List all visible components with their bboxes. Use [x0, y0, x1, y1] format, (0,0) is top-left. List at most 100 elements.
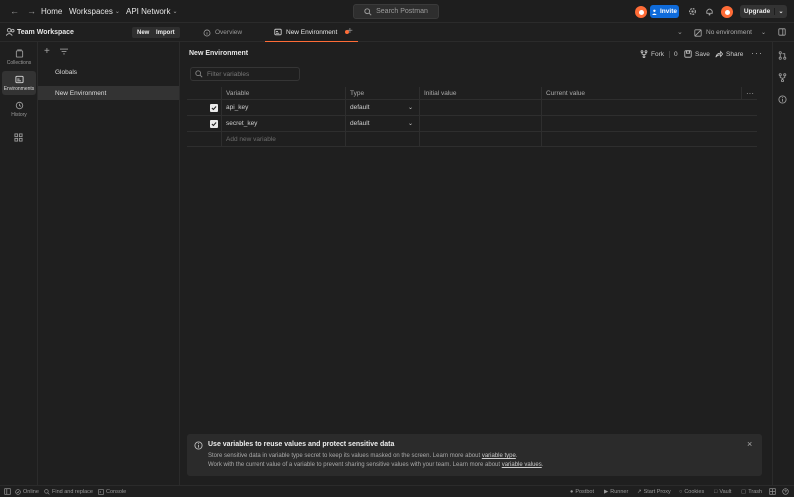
empty-initial-cell — [419, 132, 541, 146]
tab-overflow-chevron-icon[interactable]: ⌄ — [677, 28, 683, 36]
fork-icon[interactable] — [778, 73, 787, 82]
chevron-down-icon: ⌄ — [407, 121, 413, 127]
status-cookies[interactable]: ○ Cookies — [679, 486, 704, 497]
filter-variables-input[interactable]: Filter variables — [190, 67, 300, 81]
add-icon[interactable]: + — [44, 46, 50, 57]
notification-bell-icon[interactable] — [705, 7, 714, 16]
rail-item-collections[interactable]: Collections — [2, 45, 36, 69]
help-icon[interactable] — [782, 488, 789, 495]
checkmark-icon — [211, 105, 217, 110]
status-console[interactable]: Console — [98, 486, 126, 497]
top-bar: ← → Home Workspaces ⌄ API Network ⌄ Search… — [0, 0, 794, 23]
type-select[interactable]: default ⌄ — [345, 116, 419, 131]
column-header-current-value: Current value — [541, 87, 741, 99]
column-header-variable: Variable — [221, 87, 345, 99]
runner-icon: ▶ — [604, 488, 609, 495]
more-options-icon[interactable]: ··· — [751, 48, 763, 58]
toggle-sidebar-icon[interactable] — [4, 488, 11, 495]
left-rail: Collections Environments History — [0, 42, 38, 485]
chevron-down-icon[interactable]: ⌄ — [775, 8, 787, 15]
current-value-cell[interactable] — [541, 100, 741, 115]
configure-workbench-icon[interactable] — [14, 133, 23, 142]
status-find-replace[interactable]: Find and replace — [44, 486, 93, 497]
back-arrow-icon[interactable]: ← — [10, 6, 19, 16]
status-online[interactable]: Online — [15, 486, 39, 497]
status-runner[interactable]: ▶ Runner — [604, 486, 628, 497]
chevron-down-icon: ⌄ — [407, 105, 413, 111]
avatar[interactable] — [721, 6, 733, 18]
environment-quick-look-icon[interactable] — [778, 28, 786, 36]
rail-label-environments: Environments — [3, 85, 35, 92]
sidebar-item-globals[interactable]: Globals — [38, 65, 179, 79]
share-button[interactable]: Share — [715, 50, 743, 58]
environment-title[interactable]: New Environment — [189, 50, 248, 57]
workspace-name[interactable]: Team Workspace — [17, 29, 74, 36]
search-bar[interactable]: Search Postman — [353, 4, 439, 19]
filter-icon[interactable] — [60, 48, 68, 55]
status-postbot[interactable]: ● Postbot — [570, 486, 594, 497]
type-select-value: default — [350, 120, 370, 127]
trash-icon: ▢ — [741, 488, 747, 495]
tab-overview[interactable]: Overview — [203, 23, 242, 42]
close-icon[interactable]: × — [747, 439, 752, 449]
banner-line-2-text: Work with the current value of a variabl… — [208, 462, 502, 468]
variable-type-link[interactable]: variable type — [482, 453, 516, 459]
variable-name-cell[interactable]: secret_key — [221, 116, 345, 131]
sidebar-item-label: Globals — [55, 68, 78, 76]
row-checkbox-cell — [187, 100, 221, 115]
fork-label: Fork — [651, 50, 664, 58]
fork-button[interactable]: Fork 0 — [640, 50, 678, 58]
banner-line-2: Work with the current value of a variabl… — [208, 462, 544, 468]
empty-type-cell — [345, 132, 419, 146]
layout-grid-icon[interactable] — [769, 488, 776, 495]
settings-gear-icon[interactable] — [688, 7, 697, 16]
info-icon[interactable] — [778, 95, 787, 104]
environment-selector-label: No environment — [706, 29, 752, 36]
sidebar-item-new-environment[interactable]: New Environment — [38, 86, 179, 100]
rail-item-history[interactable]: History — [2, 97, 36, 121]
invite-label: Invite — [660, 8, 677, 15]
invite-button[interactable]: Invite — [650, 5, 679, 18]
postman-logo-icon[interactable] — [635, 6, 647, 18]
share-label: Share — [726, 50, 744, 58]
status-find-replace-label: Find and replace — [52, 488, 93, 495]
environments-icon — [14, 75, 24, 83]
status-start-proxy[interactable]: ↗ Start Proxy — [637, 486, 671, 497]
variable-name-cell[interactable]: api_key — [221, 100, 345, 115]
initial-value-cell[interactable] — [419, 100, 541, 115]
nav-api-network-label: API Network — [126, 7, 171, 16]
enabled-checkbox[interactable] — [210, 103, 218, 112]
variable-values-link[interactable]: variable values — [502, 462, 542, 468]
postbot-icon: ● — [570, 488, 574, 495]
tab-new-environment[interactable]: New Environment — [265, 23, 359, 42]
add-new-variable-input[interactable]: Add new variable — [221, 132, 345, 146]
upgrade-button[interactable]: Upgrade ⌄ — [740, 5, 787, 18]
team-icon — [6, 28, 15, 36]
save-button[interactable]: Save — [684, 50, 710, 58]
nav-api-network[interactable]: API Network ⌄ — [126, 7, 178, 16]
checkmark-icon — [211, 121, 217, 126]
nav-home[interactable]: Home — [41, 7, 62, 16]
add-variable-row: Add new variable — [187, 132, 757, 147]
table-options-icon[interactable]: ··· — [741, 87, 757, 99]
status-vault[interactable]: □ Vault — [714, 486, 731, 497]
search-placeholder: Search Postman — [376, 8, 428, 15]
initial-value-cell[interactable] — [419, 116, 541, 131]
status-cookies-label: Cookies — [684, 488, 705, 495]
enabled-checkbox[interactable] — [210, 119, 218, 128]
current-value-cell[interactable] — [541, 116, 741, 131]
online-check-icon — [15, 488, 21, 495]
forward-arrow-icon[interactable]: → — [27, 6, 36, 16]
status-trash[interactable]: ▢ Trash — [741, 486, 762, 497]
environment-selector[interactable]: No environment ⌄ — [694, 26, 766, 39]
new-tab-plus-icon[interactable]: + — [347, 26, 353, 37]
rail-item-environments[interactable]: Environments — [2, 71, 36, 95]
banner-line-1-text: Store sensitive data in variable type se… — [208, 453, 482, 459]
import-button[interactable]: Import — [151, 27, 180, 38]
column-header-initial-value: Initial value — [419, 87, 541, 99]
pull-request-icon[interactable] — [778, 51, 787, 60]
type-select[interactable]: default ⌄ — [345, 100, 419, 115]
nav-workspaces[interactable]: Workspaces ⌄ — [69, 7, 120, 16]
save-label: Save — [695, 50, 710, 58]
environment-tab-icon — [274, 28, 282, 36]
